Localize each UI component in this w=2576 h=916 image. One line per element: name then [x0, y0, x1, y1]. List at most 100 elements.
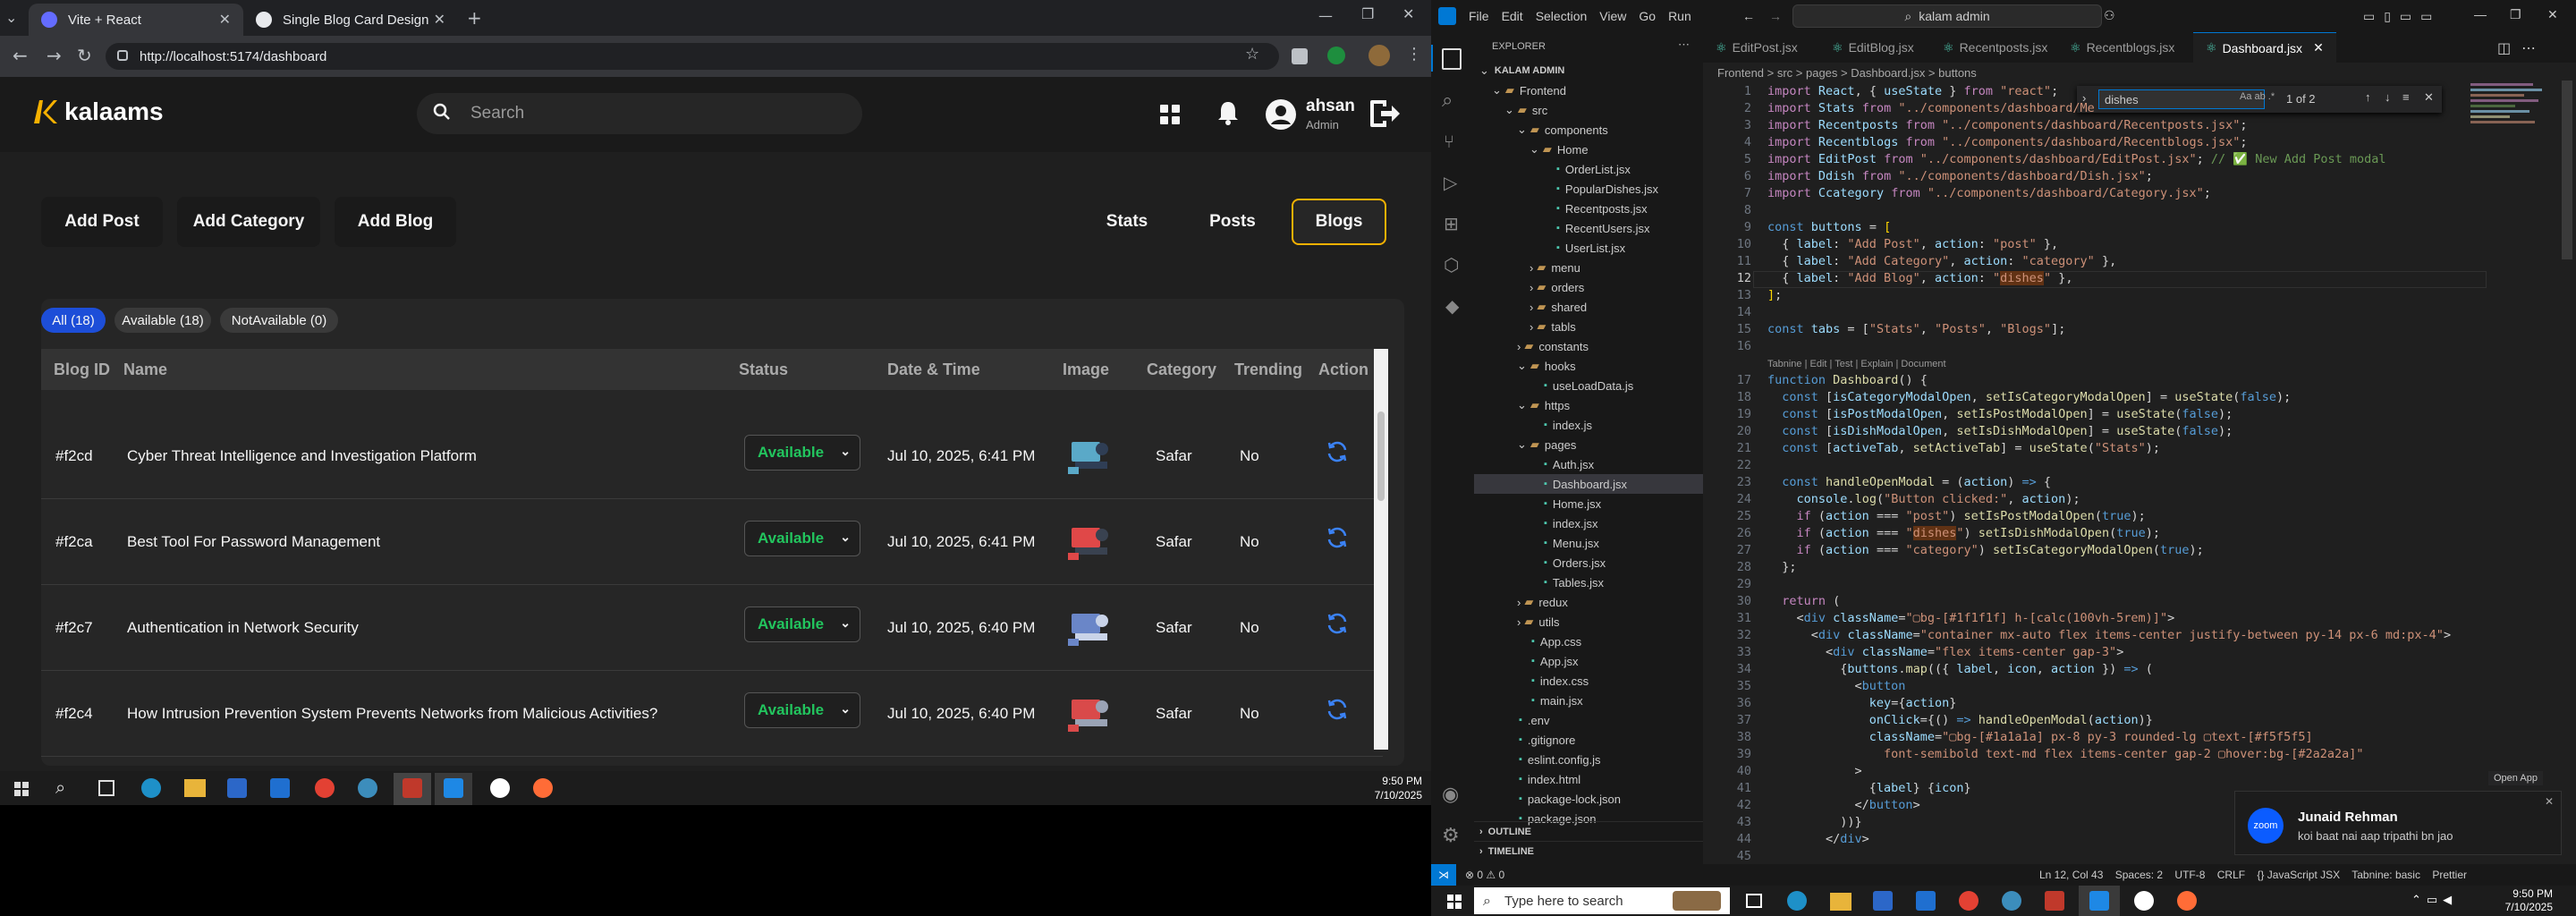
minimize-icon[interactable]: — [1318, 7, 1333, 24]
refresh-action-icon[interactable] [1326, 698, 1349, 721]
store-icon[interactable] [1873, 891, 1893, 911]
file-explorer-icon[interactable] [1830, 893, 1852, 911]
tree-file[interactable]: ▪ index.html [1474, 769, 1703, 789]
back-icon[interactable]: ← [13, 45, 28, 66]
maximize-icon[interactable]: ❐ [1361, 5, 1374, 22]
status-select[interactable]: Available ⌄ [744, 435, 860, 471]
tray-icons[interactable]: ⌃▭◀ [2411, 894, 2457, 907]
nav-back-icon[interactable]: ← [1742, 9, 1755, 23]
copilot-icon[interactable]: ⚇ [2104, 8, 2115, 23]
close-notification-icon[interactable]: ✕ [2545, 795, 2554, 808]
filter-not-available[interactable]: NotAvailable (0) [220, 308, 338, 333]
tree-file[interactable]: ▪ Auth.jsx [1474, 454, 1703, 474]
tree-file[interactable]: ▪ App.css [1474, 632, 1703, 651]
new-tab-icon[interactable]: + [467, 7, 482, 29]
zoom-notification[interactable]: zoom Junaid Rehman koi baat nai aap trip… [2234, 791, 2562, 855]
remote-icon[interactable]: ⬡ [1444, 254, 1459, 276]
tree-folder[interactable]: › ▰ orders [1474, 277, 1703, 297]
editor-tab[interactable]: ⚛ Recentposts.jsx [1930, 32, 2060, 63]
codelens[interactable]: Tabnine | Edit | Test | Explain | Docume… [1767, 356, 1946, 370]
tree-file[interactable]: ▪ App.jsx [1474, 651, 1703, 671]
kalaams-logo[interactable]: kalaams [30, 97, 164, 127]
status-right[interactable]: Ln 12, Col 43 Spaces: 2 UTF-8 CRLF {} Ja… [2039, 869, 2467, 881]
site-info-icon[interactable] [117, 50, 128, 61]
grid-icon[interactable] [1159, 104, 1181, 125]
problems-status[interactable]: ⊗ 0 ⚠ 0 [1465, 869, 1504, 881]
tree-folder[interactable]: › ▰ shared [1474, 297, 1703, 317]
tree-folder[interactable]: › ▰ utils [1474, 612, 1703, 632]
tab-blogs[interactable]: Blogs [1292, 199, 1386, 245]
menu-edit[interactable]: Edit [1502, 9, 1523, 23]
nav-forward-icon[interactable]: → [1769, 9, 1782, 23]
task-view-icon[interactable] [98, 780, 114, 796]
tree-file[interactable]: ▪ main.jsx [1474, 691, 1703, 710]
minimap[interactable] [2470, 81, 2556, 179]
scrollbar-thumb[interactable] [1377, 411, 1385, 501]
user-avatar-icon[interactable] [1265, 98, 1297, 131]
app-red-icon[interactable] [402, 778, 422, 798]
tree-folder[interactable]: › ▰ tabls [1474, 317, 1703, 336]
tab-search-icon[interactable]: ⌄ [5, 9, 17, 26]
close-tab-icon[interactable]: ✕ [434, 11, 445, 29]
tree-file[interactable]: ▪ .gitignore [1474, 730, 1703, 750]
menu-run[interactable]: Run [1668, 9, 1691, 23]
close-tab-icon[interactable]: ✕ [219, 11, 231, 29]
layout-icons[interactable]: ▭▯▭▭ [2363, 9, 2441, 24]
tab-stats[interactable]: Stats [1082, 199, 1172, 245]
tree-file[interactable]: ▪ index.js [1474, 415, 1703, 435]
close-window-icon[interactable]: ✕ [1402, 5, 1414, 22]
maximize-icon[interactable]: ❐ [2510, 7, 2521, 22]
tree-file[interactable]: ▪ Menu.jsx [1474, 533, 1703, 553]
windows-start-icon[interactable] [1447, 895, 1462, 909]
tree-folder[interactable]: ⌄ ▰ hooks [1474, 356, 1703, 376]
editor-actions-icons[interactable]: ◫⋯ [2497, 39, 2546, 56]
profile-avatar[interactable] [1368, 45, 1390, 66]
menu-go[interactable]: Go [1639, 9, 1656, 23]
app-icon[interactable] [2002, 891, 2021, 911]
bell-icon[interactable] [1216, 100, 1240, 125]
outlook-icon[interactable] [270, 778, 290, 798]
extensions-icon[interactable]: ⊞ [1444, 213, 1459, 234]
tab-posts[interactable]: Posts [1188, 199, 1277, 245]
open-app-link[interactable]: Open App [2488, 771, 2543, 785]
editor-tab[interactable]: ⚛ EditPost.jsx [1703, 32, 1810, 63]
chrome-icon[interactable] [315, 778, 335, 798]
tree-file[interactable]: ▪ index.css [1474, 671, 1703, 691]
tree-folder[interactable]: ⌄ ▰ Home [1474, 140, 1703, 159]
refresh-action-icon[interactable] [1326, 526, 1349, 549]
tree-file[interactable]: ▪ RecentUsers.jsx [1474, 218, 1703, 238]
tree-file[interactable]: ▪ .env [1474, 710, 1703, 730]
outlook-icon[interactable] [1916, 891, 1936, 911]
table-scrollbar[interactable] [1374, 349, 1388, 750]
app-white-icon[interactable] [2134, 891, 2154, 911]
tree-folder[interactable]: ⌄ ▰ Frontend [1474, 81, 1703, 100]
tree-folder[interactable]: ⌄ ▰ pages [1474, 435, 1703, 454]
browser-tab[interactable]: Single Blog Card Design ✕ [243, 4, 458, 36]
tree-folder[interactable]: ⌄ ▰ src [1474, 100, 1703, 120]
logout-icon[interactable] [1368, 98, 1401, 129]
menu-kebab-icon[interactable]: ⋮ [1406, 45, 1422, 64]
command-center[interactable]: ⌕ kalam admin [1792, 4, 2102, 28]
mongo-leaf-icon[interactable]: ◆ [1445, 295, 1459, 317]
add-blog-button[interactable]: Add Blog [335, 197, 456, 247]
chrome-icon[interactable] [1959, 891, 1979, 911]
tree-file[interactable]: ▪ UserList.jsx [1474, 238, 1703, 258]
postman-icon[interactable] [2177, 891, 2197, 911]
breadcrumb[interactable]: Frontend > src > pages > Dashboard.jsx >… [1717, 66, 1977, 80]
status-select[interactable]: Available ⌄ [744, 692, 860, 728]
tree-file[interactable]: ▪ Home.jsx [1474, 494, 1703, 513]
timeline-section[interactable]: › TIMELINE [1474, 841, 1703, 861]
search-icon[interactable]: ⌕ [1442, 89, 1453, 112]
refresh-action-icon[interactable] [1326, 612, 1349, 635]
postman-icon[interactable] [533, 778, 553, 798]
task-view-icon[interactable] [1746, 894, 1762, 908]
extension-icon[interactable] [1292, 48, 1308, 64]
browser-tab-active[interactable]: Vite + React ✕ [29, 4, 243, 36]
add-category-button[interactable]: Add Category [177, 197, 320, 247]
editor-tab-active[interactable]: ⚛ Dashboard.jsx ✕ [2193, 32, 2336, 63]
tree-file[interactable]: ▪ index.jsx [1474, 513, 1703, 533]
tree-file[interactable]: ▪ Tables.jsx [1474, 572, 1703, 592]
status-select[interactable]: Available ⌄ [744, 606, 860, 642]
menu-view[interactable]: View [1599, 9, 1626, 23]
source-control-icon[interactable]: ⑂ [1444, 131, 1454, 152]
